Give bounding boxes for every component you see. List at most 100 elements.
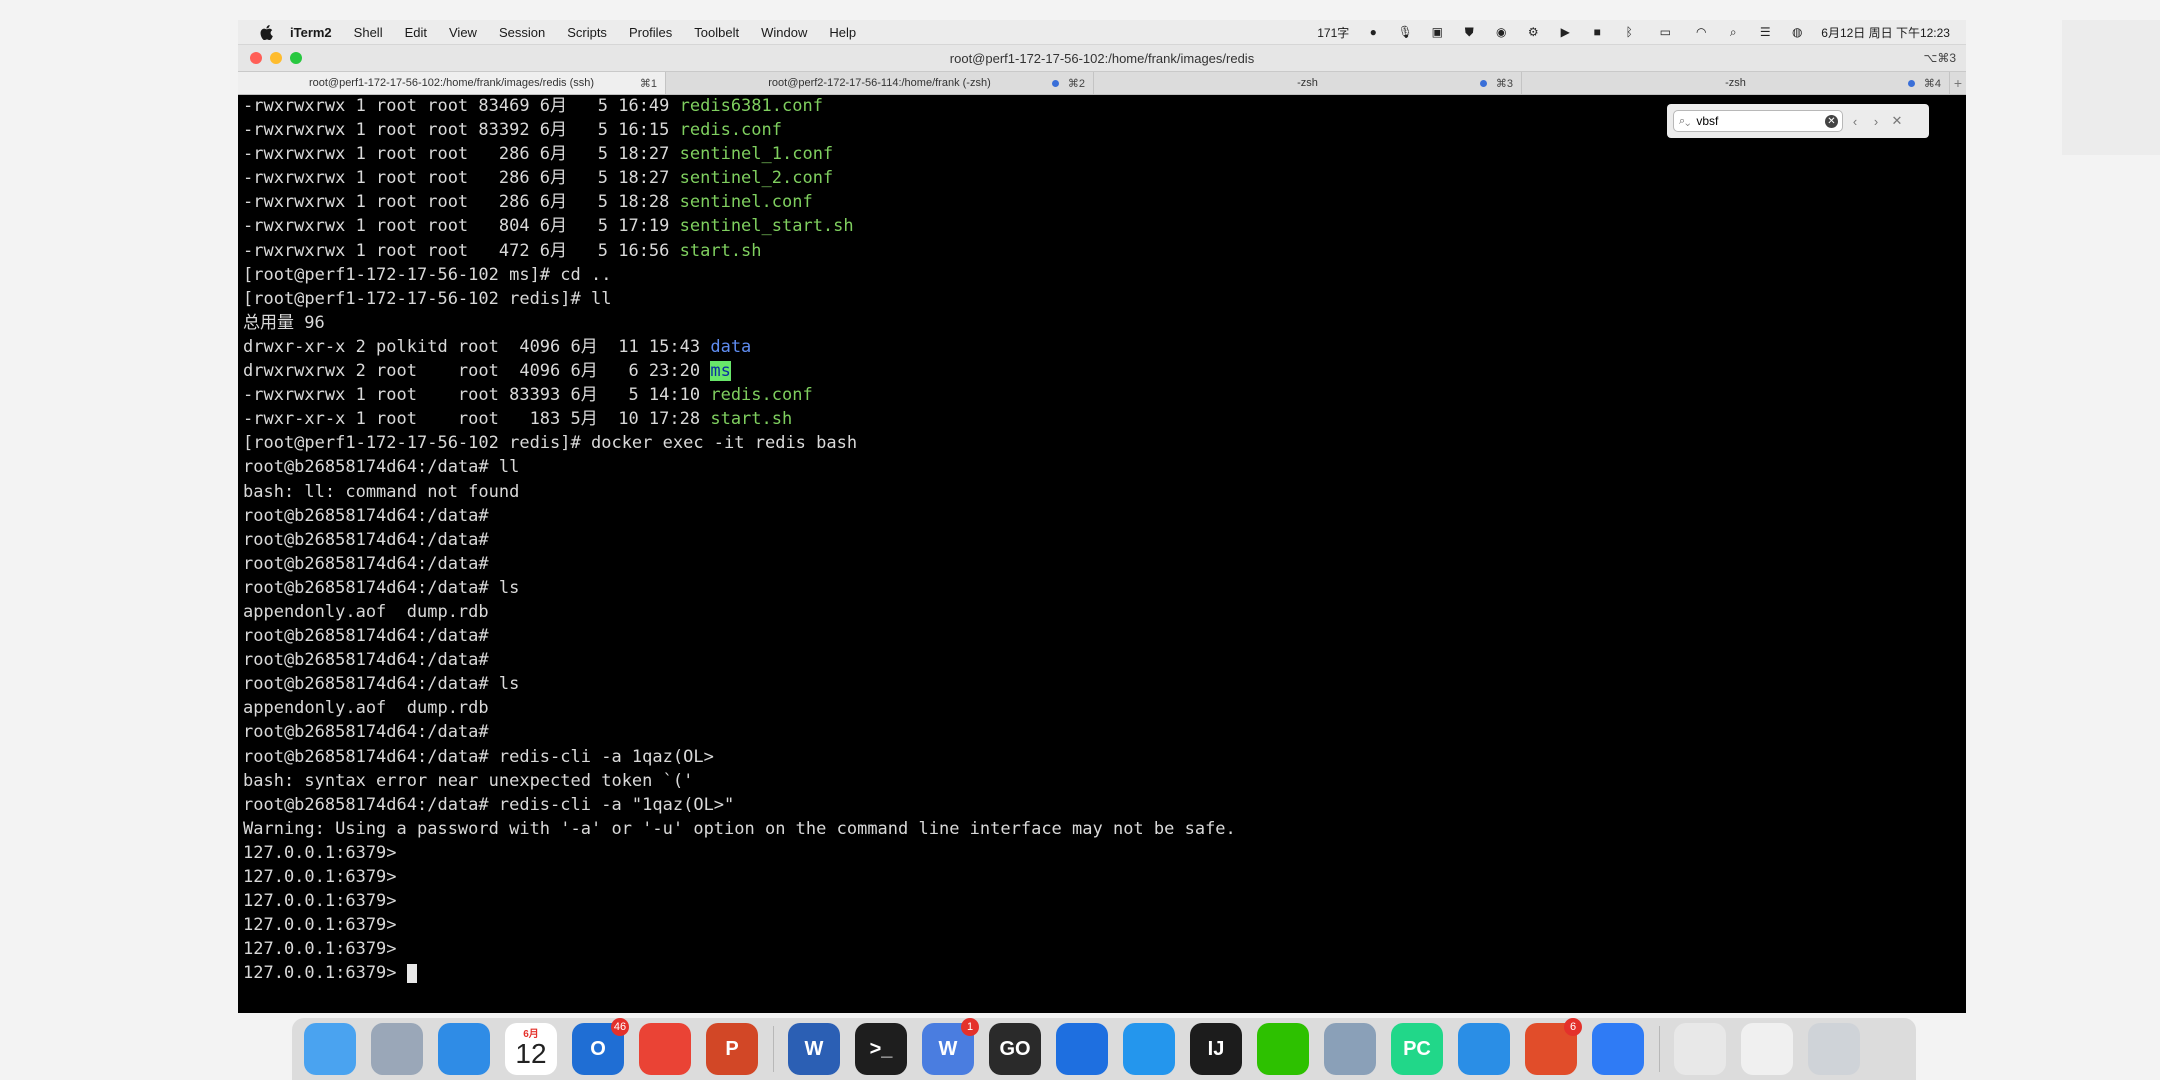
tab-2[interactable]: root@perf2-172-17-56-114:/home/frank (-z… [666, 72, 1094, 94]
minimize-window-icon[interactable] [270, 52, 282, 64]
terminal-line: 127.0.0.1:6379> [243, 913, 1966, 937]
wps-icon[interactable]: W1 [922, 1018, 979, 1075]
terminal-line: [root@perf1-172-17-56-102 redis]# ll [243, 287, 1966, 311]
menu-app-name[interactable]: iTerm2 [290, 25, 332, 40]
file-name: sentinel_start.sh [679, 216, 854, 237]
dock-icon-glyph: W [938, 1037, 958, 1060]
pycharm-icon[interactable]: PC [1391, 1023, 1443, 1075]
apple-menu-icon[interactable] [256, 24, 276, 40]
chrome-icon[interactable] [639, 1023, 691, 1075]
clear-search-icon[interactable]: ✕ [1825, 114, 1838, 128]
zoom-window-icon[interactable] [290, 52, 302, 64]
microphone-icon[interactable]: 🎙 [1397, 25, 1413, 39]
launchpad-icon[interactable] [371, 1023, 423, 1075]
downloads-icon[interactable] [1741, 1023, 1793, 1075]
line-text: bash: syntax error near unexpected token… [243, 770, 694, 791]
find-next-icon[interactable]: › [1867, 114, 1885, 129]
menu-window[interactable]: Window [761, 25, 807, 40]
menu-toolbelt[interactable]: Toolbelt [694, 25, 739, 40]
line-text: -rwxr-xr-x 1 root root 183 5月 10 17:28 [243, 409, 711, 430]
find-previous-icon[interactable]: ‹ [1846, 114, 1864, 129]
calendar-day: 12 [515, 1038, 547, 1069]
find-input[interactable] [1694, 113, 1809, 129]
calendar-icon[interactable]: 6月 12 [505, 1023, 557, 1075]
settings-tray-icon[interactable]: ⚙ [1525, 25, 1541, 39]
line-text: root@b26858174d64:/data# redis-cli -a 1q… [243, 746, 714, 767]
terminal-line: -rwxr-xr-x 1 root root 183 5月 10 17:28 s… [243, 407, 1966, 431]
menu-session[interactable]: Session [499, 25, 545, 40]
maps-icon[interactable] [1056, 1023, 1108, 1075]
menu-profiles[interactable]: Profiles [629, 25, 672, 40]
close-window-icon[interactable] [250, 52, 262, 64]
terminal-line: root@b26858174d64:/data# ls [243, 672, 1966, 696]
menu-help[interactable]: Help [829, 25, 856, 40]
control-center-icon[interactable]: ☰ [1757, 25, 1773, 39]
tab-1[interactable]: root@perf1-172-17-56-102:/home/frank/ima… [238, 72, 666, 94]
tab-4[interactable]: -zsh ⌘4 [1522, 72, 1950, 94]
line-text: -rwxrwxrwx 1 root root 804 6月 5 17:19 [243, 216, 680, 237]
menu-shell[interactable]: Shell [354, 25, 383, 40]
tab-3[interactable]: -zsh ⌘3 [1094, 72, 1522, 94]
calendar-month: 6月 [523, 1029, 539, 1040]
status-tray: 171字 ● 🎙 ▣ ⛊ ◉ ⚙ ▶ ■ ᛒ ▭ ◠ ⌕ ☰ ◍ 6月12日 周… [1317, 24, 1966, 41]
safari-icon[interactable] [438, 1023, 490, 1075]
menu-view[interactable]: View [449, 25, 477, 40]
feishu-icon[interactable] [1592, 1023, 1644, 1075]
terminal-line: root@b26858174d64:/data# ll [243, 455, 1966, 479]
terminal-output[interactable]: -rwxrwxrwx 1 root root 83469 6月 5 16:49 … [238, 94, 1966, 1013]
terminal-line: drwxr-xr-x 2 polkitd root 4096 6月 11 15:… [243, 335, 1966, 359]
line-text: 127.0.0.1:6379> [243, 963, 407, 984]
siri-icon[interactable]: ◍ [1789, 25, 1805, 39]
terminal-icon[interactable]: >_ [855, 1023, 907, 1075]
close-find-icon[interactable]: ✕ [1888, 113, 1906, 129]
menu-scripts[interactable]: Scripts [567, 25, 607, 40]
app-tray-icon[interactable]: ■ [1589, 25, 1605, 39]
find-field[interactable]: ⌕⌄ ✕ [1673, 110, 1843, 132]
word-icon[interactable]: W [788, 1023, 840, 1075]
battery-icon[interactable]: ▭ [1653, 25, 1677, 39]
new-tab-icon[interactable]: + [1950, 72, 1966, 94]
title-bar[interactable]: root@perf1-172-17-56-102:/home/frank/ima… [238, 45, 1966, 72]
intellij-icon[interactable]: IJ [1190, 1023, 1242, 1075]
wechat-tray-icon[interactable]: ◉ [1493, 25, 1509, 39]
activity-dot-icon [1052, 79, 1059, 87]
tab-label: -zsh [1725, 77, 1746, 89]
dock-icon-glyph: O [590, 1037, 606, 1060]
trash-icon[interactable] [1808, 1023, 1860, 1075]
text-cursor [406, 963, 417, 983]
input-method-icon[interactable]: ▣ [1429, 25, 1445, 39]
office-icon[interactable]: 6 [1525, 1018, 1582, 1075]
search-icon[interactable]: ⌕ [1725, 25, 1741, 39]
menubar-clock[interactable]: 6月12日 周日 下午12:23 [1821, 24, 1950, 41]
docker-icon[interactable] [1123, 1023, 1175, 1075]
document-icon[interactable] [1674, 1023, 1726, 1075]
terminal-line: -rwxrwxrwx 1 root root 286 6月 5 18:27 se… [243, 166, 1966, 190]
wifi-icon[interactable]: ◠ [1693, 25, 1709, 39]
vscode-icon[interactable] [1458, 1023, 1510, 1075]
line-text: 127.0.0.1:6379> [243, 842, 397, 863]
line-text: -rwxrwxrwx 1 root root 83392 6月 5 16:15 [243, 120, 680, 141]
line-text: 127.0.0.1:6379> [243, 915, 397, 936]
notification-badge: 46 [611, 1018, 629, 1036]
terminal-line: -rwxrwxrwx 1 root root 83393 6月 5 14:10 … [243, 383, 1966, 407]
word-count[interactable]: 171字 [1317, 24, 1349, 41]
bluetooth-icon[interactable]: ᛒ [1621, 25, 1637, 39]
line-text: [root@perf1-172-17-56-102 redis]# docker… [243, 433, 858, 454]
line-text: root@b26858174d64:/data# redis-cli -a "1… [243, 794, 735, 815]
shield-icon[interactable]: ⛊ [1461, 25, 1477, 39]
wechat-icon[interactable] [1257, 1023, 1309, 1075]
activity-dot-icon [1480, 79, 1487, 87]
menu-edit[interactable]: Edit [405, 25, 427, 40]
play-icon[interactable]: ▶ [1557, 25, 1573, 39]
preview-icon[interactable] [1324, 1023, 1376, 1075]
powerpoint-icon[interactable]: P [706, 1023, 758, 1075]
outlook-icon[interactable]: O 46 [572, 1018, 629, 1075]
goland-icon[interactable]: GO [989, 1023, 1041, 1075]
line-text: root@b26858174d64:/data# [243, 505, 489, 526]
finder-icon[interactable] [304, 1023, 356, 1075]
window-shortcut: ⌥⌘3 [1923, 51, 1956, 65]
line-text: Warning: Using a password with '-a' or '… [243, 818, 1236, 839]
emoji-icon[interactable]: ● [1365, 25, 1381, 39]
macos-menubar: iTerm2 Shell Edit View Session Scripts P… [238, 20, 1966, 45]
dock-icon-glyph: W [804, 1037, 824, 1060]
